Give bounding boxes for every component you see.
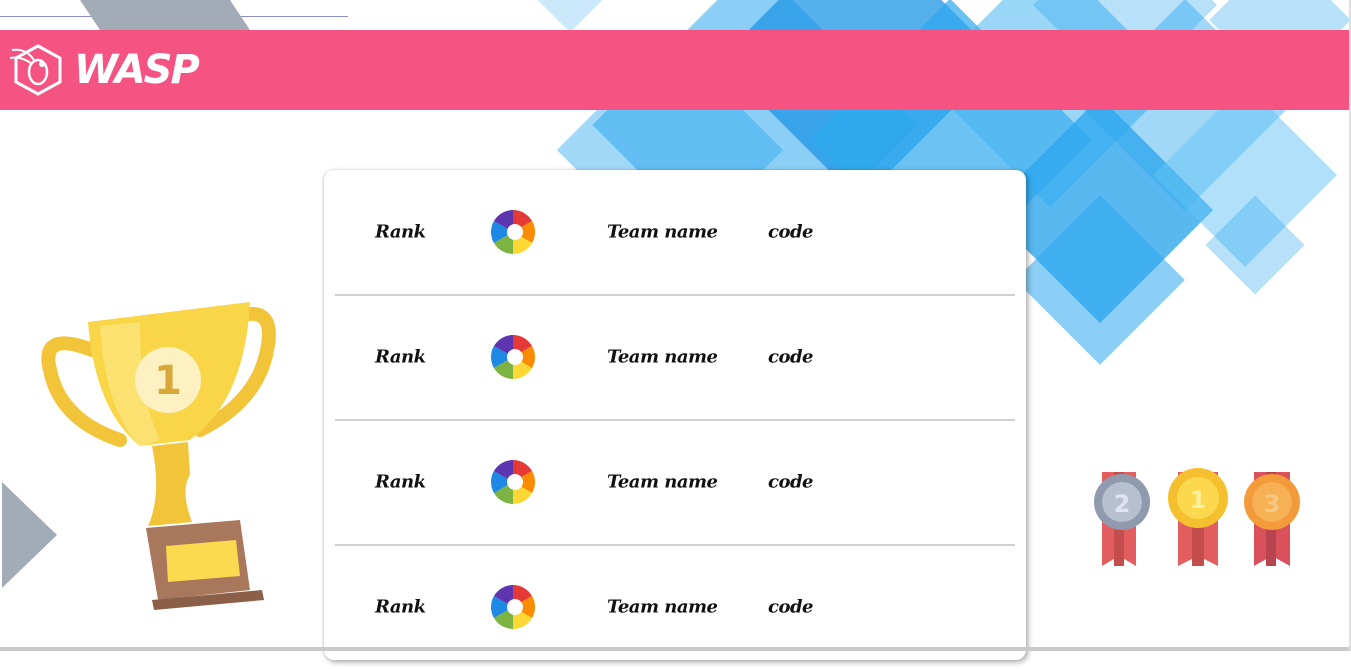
team-avatar-icon [490,584,536,630]
bronze-medal-icon: 3 [1244,472,1300,566]
bronze-medal-number: 3 [1264,490,1281,518]
rank-cell: Rank [375,346,426,368]
leaderboard-card: Rank Team name code Rank Team name code … [324,170,1026,660]
bottom-scroll-edge [0,647,1351,651]
leaderboard-row[interactable]: Rank Team name code [335,170,1015,296]
header-bar: WASP [0,30,1349,110]
rank-cell: Rank [375,221,426,243]
code-cell: code [768,471,814,493]
wasp-icon [8,42,68,98]
team-name-cell: Team name [607,346,718,368]
gold-medal-number: 1 [1190,486,1207,514]
team-avatar-icon [490,459,536,505]
team-name-cell: Team name [607,221,718,243]
code-cell: code [768,346,814,368]
team-avatar-icon [490,334,536,380]
brand-name: WASP [74,47,200,93]
trophy-icon: 1 [40,290,280,620]
rank-cell: Rank [375,596,426,618]
code-cell: code [768,221,814,243]
brand-logo[interactable]: WASP [8,38,218,102]
team-name-cell: Team name [607,471,718,493]
leaderboard-row[interactable]: Rank Team name code [335,420,1015,546]
blue-diamond [527,0,613,33]
rank-cell: Rank [375,471,426,493]
gold-medal-icon: 1 [1168,468,1228,566]
silver-medal-icon: 2 [1094,472,1150,566]
trophy-number: 1 [154,358,182,404]
team-avatar-icon [490,209,536,255]
team-name-cell: Team name [607,596,718,618]
medals-group: 2 1 3 [1086,468,1316,573]
leaderboard-row[interactable]: Rank Team name code [335,295,1015,421]
gray-slant-shape [80,0,250,30]
code-cell: code [768,596,814,618]
silver-medal-number: 2 [1114,490,1131,518]
